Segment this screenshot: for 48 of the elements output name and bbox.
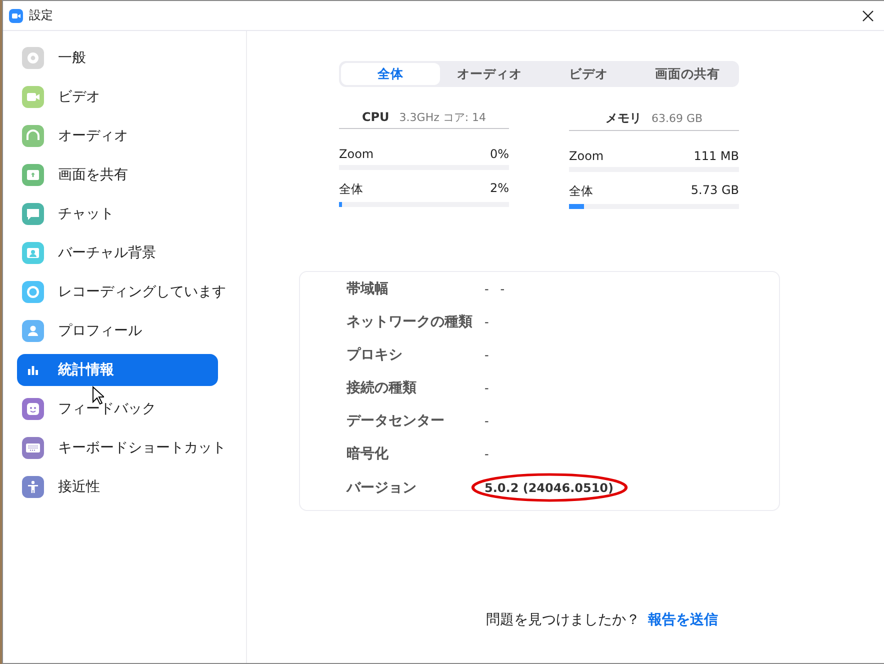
info-value: - <box>484 380 489 397</box>
window-title: 設定 <box>29 7 53 24</box>
report-link[interactable]: 報告を送信 <box>648 611 718 629</box>
usage-reading: 2% <box>490 181 509 197</box>
sidebar-item[interactable]: ビデオ <box>17 81 218 113</box>
tab[interactable]: 全体 <box>341 63 440 85</box>
cursor-icon <box>92 386 104 405</box>
sidebar-item[interactable]: キーボードショートカット <box>17 432 228 464</box>
resource-detail: 63.69 GB <box>651 112 703 125</box>
info-value: - <box>484 314 489 331</box>
info-value: - <box>484 446 489 463</box>
usage-reading: 111 MB <box>694 149 739 163</box>
footer-text: 問題を見つけましたか？ <box>486 611 640 629</box>
sidebar-item[interactable]: 接近性 <box>17 471 218 503</box>
info-value: 5.0.2 (24046.0510) <box>484 481 614 495</box>
info-label: ネットワークの種類 <box>346 313 474 332</box>
resource-title: メモリ <box>605 110 642 127</box>
sidebar-item[interactable]: フィードバック <box>17 393 218 425</box>
info-label: 接続の種類 <box>346 379 418 398</box>
info-value: - <box>484 347 489 364</box>
info-value: - - <box>484 281 505 298</box>
sidebar-item[interactable]: プロフィール <box>17 315 218 347</box>
usage-label: Zoom <box>569 149 604 163</box>
usage-label: Zoom <box>339 147 374 161</box>
info-label: プロキシ <box>346 346 404 365</box>
sidebar-item[interactable]: 画面を共有 <box>17 159 218 191</box>
sidebar-item[interactable]: チャット <box>17 198 218 230</box>
usage-reading: 0% <box>490 147 509 161</box>
tab[interactable]: ビデオ <box>539 63 638 85</box>
tab[interactable]: オーディオ <box>440 63 539 85</box>
sidebar-item[interactable]: バーチャル背景 <box>17 237 218 269</box>
info-value: - <box>484 413 489 430</box>
close-icon[interactable] <box>862 10 874 22</box>
resource-detail: 3.3GHz コア: 14 <box>399 110 486 125</box>
sidebar-item[interactable]: レコーディングしています <box>17 276 228 308</box>
info-label: 暗号化 <box>346 444 390 464</box>
sidebar-item[interactable]: 統計情報 <box>17 354 218 386</box>
usage-label: 全体 <box>569 183 593 200</box>
resource-title: CPU <box>362 110 390 124</box>
sidebar-item[interactable]: 一般 <box>17 42 218 74</box>
info-label: データセンター <box>346 412 446 431</box>
sidebar-item[interactable]: オーディオ <box>17 120 218 152</box>
usage-reading: 5.73 GB <box>690 183 739 199</box>
tab[interactable]: 画面の共有 <box>638 63 737 85</box>
usage-label: 全体 <box>339 181 363 198</box>
info-label: バージョン <box>346 478 418 498</box>
info-label: 帯域幅 <box>346 280 390 299</box>
camera-icon <box>9 8 23 22</box>
